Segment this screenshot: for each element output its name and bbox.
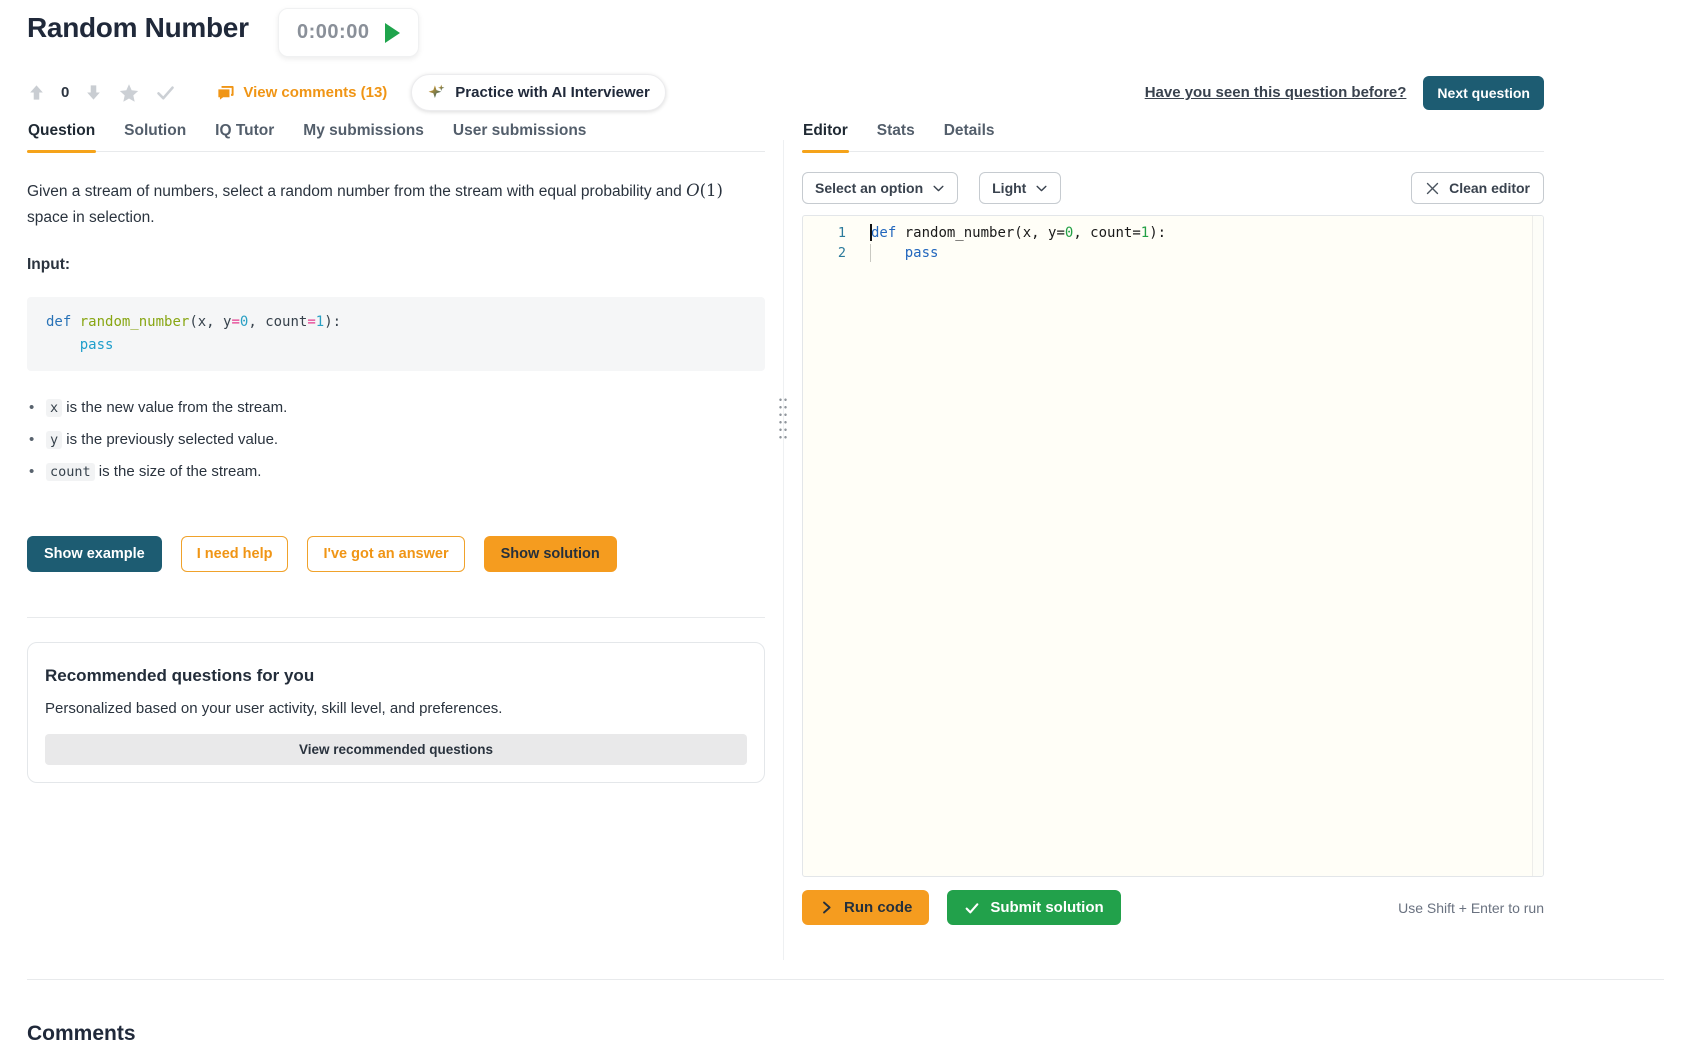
clean-editor-button[interactable]: Clean editor (1411, 172, 1544, 204)
timer-card: 0:00:00 (278, 8, 419, 57)
vote-group: 0 (27, 82, 176, 104)
view-comments-link[interactable]: View comments (13) (216, 83, 387, 102)
question-actions-row: 0 View comments (13) (27, 74, 1544, 111)
got-answer-button[interactable]: I've got an answer (307, 536, 464, 572)
question-code-block: def random_number(x, y=0, count=1): pass (27, 297, 765, 371)
tab-user-submissions[interactable]: User submissions (452, 122, 588, 151)
run-code-label: Run code (844, 899, 912, 916)
panel-divider-line (783, 140, 784, 960)
editor-tabs: Editor Stats Details (802, 122, 1544, 152)
list-item: y is the previously selected value. (27, 431, 765, 448)
downvote-icon[interactable] (84, 83, 103, 102)
clean-editor-label: Clean editor (1449, 180, 1530, 196)
tab-editor[interactable]: Editor (802, 122, 849, 151)
line-number: 2 (803, 245, 865, 261)
text-cursor (870, 224, 872, 241)
page: Random Number 0:00:00 0 View (0, 0, 1691, 1041)
list-item: x is the new value from the stream. (27, 399, 765, 416)
tab-stats[interactable]: Stats (876, 122, 916, 151)
divider (27, 617, 765, 618)
question-panel: Question Solution IQ Tutor My submission… (27, 122, 765, 783)
editor-actions-row: Run code Submit solution Use Shift + Ent… (802, 890, 1544, 925)
chevron-right-icon (819, 900, 834, 915)
theme-select-value: Light (992, 180, 1026, 196)
editor-line: 1 def random_number(x, y=0, count=1): (803, 223, 1543, 243)
parameter-list: x is the new value from the stream. y is… (27, 399, 765, 480)
line-number: 1 (803, 225, 865, 241)
chevron-down-icon (932, 182, 945, 195)
tab-details[interactable]: Details (943, 122, 996, 151)
sparkles-icon (427, 83, 446, 102)
vote-count: 0 (61, 84, 69, 101)
question-text: Given a stream of numbers, select a rand… (27, 177, 765, 231)
input-label: Input: (27, 256, 765, 274)
view-recommended-button[interactable]: View recommended questions (45, 734, 747, 765)
solved-check-icon[interactable] (155, 82, 176, 103)
chevron-down-icon (1035, 182, 1048, 195)
code-line: pass (865, 245, 938, 261)
view-comments-label: View comments (13) (243, 84, 387, 101)
seen-before-link[interactable]: Have you seen this question before? (1145, 84, 1407, 101)
panel-resizer-handle[interactable] (778, 396, 788, 442)
divider (27, 979, 1664, 980)
ai-interviewer-button[interactable]: Practice with AI Interviewer (411, 74, 666, 111)
editor-line: 2 pass (803, 243, 1543, 263)
recommended-title: Recommended questions for you (45, 666, 747, 686)
recommended-questions-card: Recommended questions for you Personaliz… (27, 642, 765, 783)
check-icon (964, 900, 980, 916)
indent-guide (870, 244, 871, 262)
favorite-star-icon[interactable] (118, 82, 140, 104)
math-expression: O(1) (686, 181, 723, 200)
page-title: Random Number (27, 12, 249, 44)
tab-question[interactable]: Question (27, 122, 96, 151)
ai-interviewer-label: Practice with AI Interviewer (455, 84, 650, 101)
tab-solution[interactable]: Solution (123, 122, 187, 151)
shortcut-hint: Use Shift + Enter to run (1398, 900, 1544, 916)
run-code-button[interactable]: Run code (802, 890, 929, 925)
recommended-subtitle: Personalized based on your user activity… (45, 700, 747, 717)
question-tabs: Question Solution IQ Tutor My submission… (27, 122, 765, 152)
next-question-button[interactable]: Next question (1423, 76, 1544, 110)
theme-select[interactable]: Light (979, 172, 1061, 204)
editor-toolbar: Select an option Light Clean editor (802, 172, 1544, 204)
show-example-button[interactable]: Show example (27, 536, 162, 572)
comments-section-title: Comments (27, 1022, 136, 1041)
need-help-button[interactable]: I need help (181, 536, 289, 572)
tab-iq-tutor[interactable]: IQ Tutor (214, 122, 275, 151)
list-item: count is the size of the stream. (27, 463, 765, 480)
timer-play-button[interactable] (385, 23, 400, 43)
submit-solution-label: Submit solution (990, 899, 1103, 916)
comments-icon (216, 83, 235, 102)
upvote-icon[interactable] (27, 83, 46, 102)
tab-my-submissions[interactable]: My submissions (302, 122, 425, 151)
play-icon (385, 23, 400, 43)
timer-value: 0:00:00 (297, 21, 369, 44)
code-line: def random_number(x, y=0, count=1): (865, 225, 1166, 241)
editor-scrollbar[interactable] (1532, 216, 1543, 876)
language-select-value: Select an option (815, 180, 923, 196)
code-editor[interactable]: 1 def random_number(x, y=0, count=1): 2 … (802, 215, 1544, 877)
editor-panel: Editor Stats Details Select an option Li… (802, 122, 1544, 925)
show-solution-button[interactable]: Show solution (484, 536, 617, 572)
close-icon (1425, 181, 1440, 196)
submit-solution-button[interactable]: Submit solution (947, 890, 1120, 925)
question-buttons-row: Show example I need help I've got an ans… (27, 536, 765, 572)
language-select[interactable]: Select an option (802, 172, 958, 204)
